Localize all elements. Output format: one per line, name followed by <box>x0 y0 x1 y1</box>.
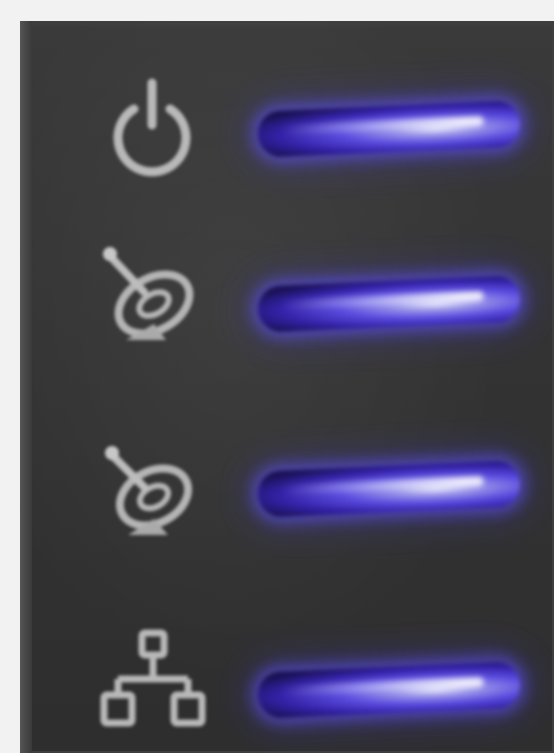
satellite-dish-icon <box>92 431 212 551</box>
network-icon <box>92 623 212 743</box>
satellite-led-2 <box>257 460 521 518</box>
network-led <box>257 661 521 719</box>
satellite-led-1 <box>257 275 521 333</box>
satellite-dish-icon <box>92 236 212 356</box>
indicator-row-satellite-1 <box>20 231 554 381</box>
indicator-row-network <box>20 611 554 753</box>
indicator-row-power <box>20 61 554 211</box>
power-led <box>257 100 521 158</box>
status-panel <box>20 21 554 753</box>
indicator-row-satellite-2 <box>20 421 554 571</box>
device-photo <box>0 0 554 753</box>
power-icon <box>92 67 212 187</box>
